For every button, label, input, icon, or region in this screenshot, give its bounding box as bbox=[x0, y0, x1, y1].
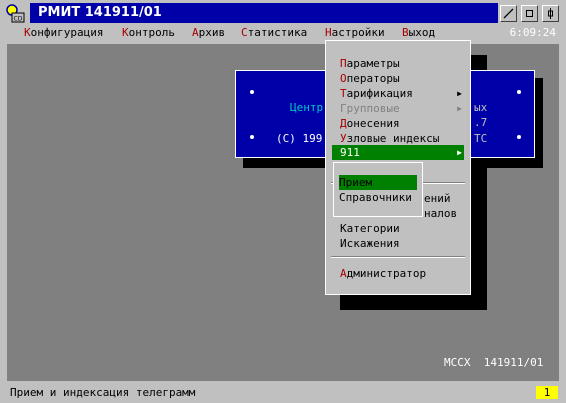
menu-item-categories[interactable]: Категории bbox=[340, 221, 400, 236]
menu-item-tariffs[interactable]: Тарификация ▶ bbox=[340, 86, 462, 101]
menu-statistics[interactable]: Статистика bbox=[237, 25, 311, 41]
submenu-911: Прием Справочники bbox=[333, 162, 423, 217]
status-text: Прием и индексация телеграмм bbox=[10, 386, 196, 399]
status-counter: 1 bbox=[536, 386, 558, 399]
banner-right-2: .7 bbox=[474, 116, 488, 129]
minimize-button[interactable] bbox=[500, 5, 517, 22]
banner-dot bbox=[517, 90, 521, 94]
window-title: РМИТ 141911/01 bbox=[30, 3, 498, 23]
menu-item-partial-2[interactable]: налов bbox=[424, 206, 457, 221]
menu-item-distortions[interactable]: Искажения bbox=[340, 236, 400, 251]
menu-configuration[interactable]: Конфигурация bbox=[20, 25, 107, 41]
menu-item-911[interactable]: 911 ▶ bbox=[340, 145, 462, 160]
menu-item-reports[interactable]: Донесения bbox=[340, 116, 460, 131]
menu-settings[interactable]: Настройки bbox=[321, 25, 389, 41]
submenu-arrow-icon: ▶ bbox=[457, 104, 462, 113]
banner-dot bbox=[250, 135, 254, 139]
status-bar: Прием и индексация телеграмм 1 bbox=[2, 384, 564, 401]
menu-control[interactable]: Контроль bbox=[118, 25, 179, 41]
menu-exit[interactable]: Выход bbox=[398, 25, 439, 41]
menu-item-node-indexes[interactable]: Узловые индексы bbox=[340, 131, 464, 146]
submenu-item-directories[interactable]: Справочники bbox=[339, 190, 412, 205]
title-bar: CD РМИТ 141911/01 bbox=[2, 2, 564, 24]
submenu-item-receive[interactable]: Прием bbox=[339, 175, 372, 190]
banner-line-1: Центр bbox=[290, 101, 324, 114]
menu-item-group: Групповые ▶ bbox=[340, 102, 462, 115]
banner-shadow-side bbox=[535, 78, 543, 168]
menu-item-operators[interactable]: Операторы bbox=[340, 71, 460, 86]
clock: 6:09:24 bbox=[509, 26, 556, 39]
menu-bar: Конфигурация Контроль Архив Статистика Н… bbox=[2, 25, 564, 41]
menu-item-administrator[interactable]: Администратор bbox=[340, 266, 426, 281]
banner-dot bbox=[517, 135, 521, 139]
close-button[interactable] bbox=[542, 5, 559, 22]
app-icon[interactable]: CD bbox=[5, 4, 25, 23]
submenu-arrow-icon: ▶ bbox=[457, 148, 462, 157]
svg-text:CD: CD bbox=[14, 16, 23, 23]
banner-right-3: ТС bbox=[474, 132, 488, 145]
menu-item-partial-1[interactable]: ений bbox=[424, 191, 451, 206]
dropdown-shadow-bottom bbox=[340, 295, 487, 310]
app-window: CD РМИТ 141911/01 Конфигурация Контроль … bbox=[0, 0, 566, 403]
menu-item-parameters[interactable]: Параметры bbox=[340, 56, 460, 71]
banner-right-1: ых bbox=[474, 101, 488, 114]
submenu-arrow-icon: ▶ bbox=[457, 89, 462, 98]
maximize-button[interactable] bbox=[521, 5, 538, 22]
banner-dot bbox=[250, 90, 254, 94]
system-label: MCCX 141911/01 bbox=[444, 356, 544, 369]
menu-separator bbox=[331, 256, 465, 258]
menu-archive[interactable]: Архив bbox=[188, 25, 229, 41]
banner-line-2: (C) 199 bbox=[276, 132, 323, 145]
